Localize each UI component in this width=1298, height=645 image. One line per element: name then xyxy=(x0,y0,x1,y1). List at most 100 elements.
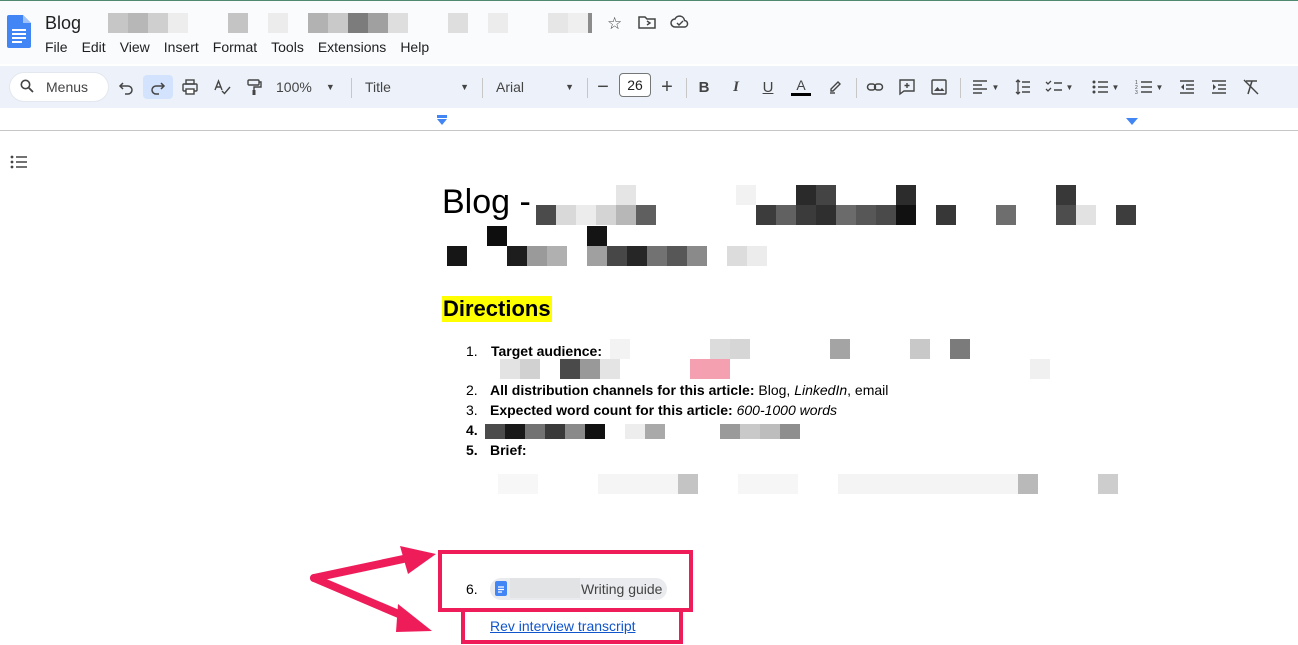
bulleted-list-icon xyxy=(1092,80,1108,94)
toolbar-divider xyxy=(856,78,857,98)
increase-indent-icon xyxy=(1212,80,1226,94)
annotation-arrows xyxy=(310,546,436,632)
move-to-folder-icon[interactable] xyxy=(638,14,656,35)
list-item: All distribution channels for this artic… xyxy=(490,382,888,398)
menu-bar: File Edit View Insert Format Tools Exten… xyxy=(45,39,443,55)
italic-button[interactable]: I xyxy=(726,75,746,99)
list-item-value-italic: 600-1000 words xyxy=(732,402,837,418)
text-color-button[interactable]: A xyxy=(790,75,812,99)
increase-indent-button[interactable] xyxy=(1208,75,1230,99)
chevron-down-icon: ▼ xyxy=(1065,82,1074,92)
undo-button[interactable] xyxy=(116,75,136,99)
add-comment-button[interactable] xyxy=(896,75,918,99)
numbered-list-button[interactable]: 123 ▼ xyxy=(1132,75,1166,99)
decrease-indent-button[interactable] xyxy=(1176,75,1198,99)
list-item-value: , email xyxy=(847,382,889,398)
menu-format[interactable]: Format xyxy=(213,39,257,55)
left-indent-marker-icon[interactable] xyxy=(436,115,448,127)
toolbar-divider xyxy=(960,78,961,98)
zoom-select[interactable]: 100% ▼ xyxy=(276,75,342,99)
menu-tools[interactable]: Tools xyxy=(271,39,304,55)
list-item-value-italic: LinkedIn xyxy=(794,382,848,398)
chevron-down-icon: ▼ xyxy=(460,82,469,92)
google-docs-logo-icon[interactable] xyxy=(7,15,31,48)
toolbar-divider xyxy=(351,78,352,98)
menu-file[interactable]: File xyxy=(45,39,68,55)
align-button[interactable]: ▼ xyxy=(968,75,1002,99)
horizontal-ruler[interactable] xyxy=(0,112,1298,131)
chevron-down-icon: ▼ xyxy=(991,82,1000,92)
paint-format-icon xyxy=(247,79,262,95)
decrease-indent-icon xyxy=(1180,80,1194,94)
list-number: 2. xyxy=(466,382,478,398)
list-number: 5. xyxy=(466,442,478,458)
toolbar-divider xyxy=(686,78,687,98)
spellcheck-button[interactable] xyxy=(211,75,233,99)
chevron-down-icon: ▼ xyxy=(1155,82,1164,92)
toolbar-divider xyxy=(482,78,483,98)
increase-font-size-button[interactable]: + xyxy=(658,75,676,99)
redo-button[interactable] xyxy=(143,75,173,99)
list-item-label: All distribution channels for this artic… xyxy=(490,382,755,398)
image-icon xyxy=(931,79,947,95)
list-item-label: Expected word count for this article: xyxy=(490,402,733,418)
highlight-color-button[interactable] xyxy=(824,75,846,99)
document-heading: Blog - xyxy=(442,183,531,221)
directions-heading: Directions xyxy=(442,296,552,322)
document-title[interactable]: Blog xyxy=(45,13,81,34)
font-family-value: Arial xyxy=(496,79,525,95)
menu-extensions[interactable]: Extensions xyxy=(318,39,386,55)
redo-icon xyxy=(151,82,166,95)
title-bar: Blog ☆ File Edit View Insert Format Tool xyxy=(0,0,1298,64)
line-spacing-icon xyxy=(1015,79,1030,95)
right-indent-marker-icon[interactable] xyxy=(1126,117,1138,127)
bulleted-list-button[interactable]: ▼ xyxy=(1088,75,1122,99)
menu-view[interactable]: View xyxy=(120,39,150,55)
zoom-value: 100% xyxy=(276,79,312,95)
link-icon xyxy=(866,83,884,91)
text-color-swatch xyxy=(791,93,811,96)
search-icon xyxy=(20,79,34,93)
clear-formatting-button[interactable] xyxy=(1240,75,1262,99)
highlight-box-writing-guide xyxy=(438,550,693,612)
list-number: 1. xyxy=(466,343,478,359)
font-size-input[interactable]: 26 xyxy=(619,73,651,97)
list-item: Expected word count for this article: 60… xyxy=(490,402,837,418)
paragraph-style-value: Title xyxy=(365,79,391,95)
insert-link-button[interactable] xyxy=(864,75,886,99)
comment-icon xyxy=(899,79,915,96)
undo-icon xyxy=(118,82,133,95)
list-item-label: Brief: xyxy=(490,442,527,458)
cloud-status-icon[interactable] xyxy=(670,14,690,35)
list-item-value: Blog, xyxy=(754,382,795,398)
decrease-font-size-button[interactable]: − xyxy=(594,75,612,99)
highlighter-icon xyxy=(830,81,841,94)
document-outline-icon[interactable] xyxy=(10,154,28,170)
align-left-icon xyxy=(972,80,987,94)
line-spacing-button[interactable] xyxy=(1011,75,1033,99)
menu-help[interactable]: Help xyxy=(400,39,429,55)
font-family-select[interactable]: Arial ▼ xyxy=(496,75,574,99)
numbered-list-icon: 123 xyxy=(1135,80,1152,96)
bold-button[interactable]: B xyxy=(694,75,714,99)
search-menus-label: Menus xyxy=(46,79,89,95)
checklist-icon xyxy=(1045,80,1062,92)
search-menus-input[interactable]: Menus xyxy=(10,73,108,101)
underline-button[interactable]: U xyxy=(758,75,778,99)
star-icon[interactable]: ☆ xyxy=(607,14,622,34)
chevron-down-icon: ▼ xyxy=(1111,82,1120,92)
clear-formatting-icon xyxy=(1243,79,1259,95)
arrow-to-transcript-link-icon xyxy=(310,574,432,632)
text-color-icon: A xyxy=(796,77,806,93)
svg-text:3: 3 xyxy=(1135,90,1138,96)
menu-edit[interactable]: Edit xyxy=(82,39,106,55)
paint-format-button[interactable] xyxy=(243,75,265,99)
insert-image-button[interactable] xyxy=(928,75,950,99)
paragraph-style-select[interactable]: Title ▼ xyxy=(365,75,469,99)
spellcheck-icon xyxy=(214,79,231,95)
checklist-button[interactable]: ▼ xyxy=(1042,75,1076,99)
print-button[interactable] xyxy=(179,75,201,99)
list-item-label: Target audience: xyxy=(491,343,602,359)
print-icon xyxy=(182,79,198,95)
menu-insert[interactable]: Insert xyxy=(164,39,199,55)
